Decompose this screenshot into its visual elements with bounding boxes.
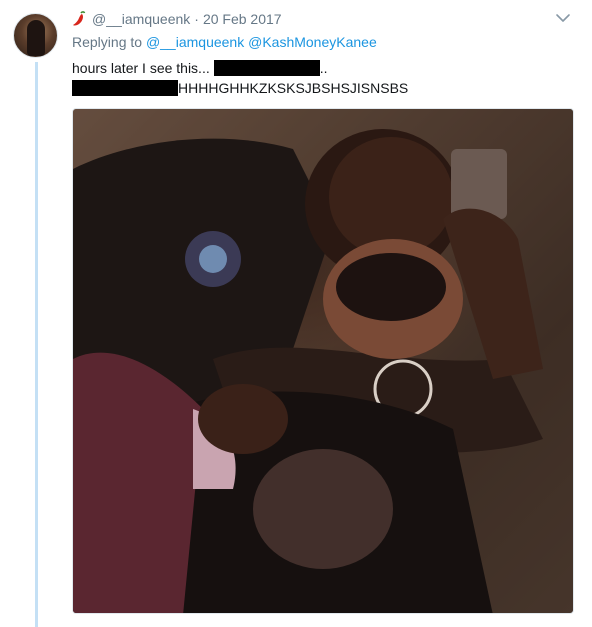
redaction-bar	[72, 80, 178, 96]
replying-to: Replying to @__iamqueenk @KashMoneyKanee	[72, 34, 377, 50]
tweet-line-1-suffix: ..	[319, 60, 328, 76]
mention-link-1[interactable]: @__iamqueenk	[146, 34, 244, 50]
chili-pepper-icon	[73, 11, 86, 26]
avatar[interactable]	[13, 13, 58, 58]
tweet-header: @__iamqueenk · 20 Feb 2017	[72, 9, 282, 29]
chevron-down-icon[interactable]	[555, 12, 571, 24]
tweet-text-line-2: HHHHGHHKZKSKSJBSHSJISNSBS	[72, 78, 572, 98]
tweet-line-2-text: HHHHGHHKZKSKSJBSHSJISNSBS	[178, 80, 409, 96]
tweet-text-line-1: hours later I see this... ..	[72, 58, 572, 78]
mention-link-2[interactable]: @KashMoneyKanee	[248, 34, 377, 50]
username[interactable]: @__iamqueenk	[92, 11, 190, 27]
tweet-date[interactable]: 20 Feb 2017	[203, 11, 282, 27]
tweet-text: hours later I see this... .. HHHHGHHKZKS…	[72, 58, 572, 98]
tweet-line-1-text: hours later I see this...	[72, 60, 210, 76]
replying-prefix: Replying to	[72, 34, 143, 50]
avatar-silhouette	[27, 20, 45, 56]
redaction-bar	[213, 60, 320, 76]
header-separator: ·	[194, 11, 199, 27]
tweet-photo[interactable]	[72, 108, 574, 614]
photo-illustration	[73, 109, 573, 613]
thread-line	[35, 62, 38, 627]
